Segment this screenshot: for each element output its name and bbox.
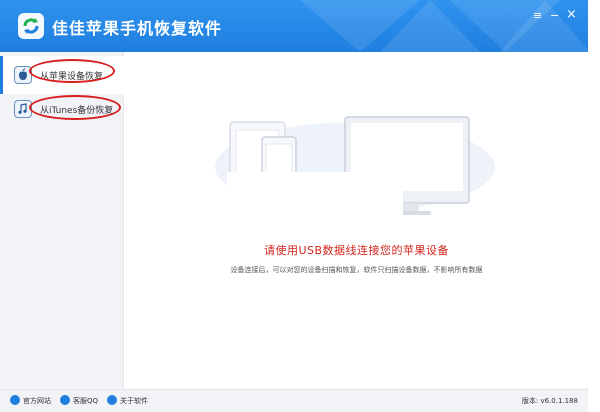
info-icon [107,395,117,405]
app-window: 佳佳苹果手机恢复软件 ≡ − × 从苹果设备恢复 从iTunes备份恢复 请使用… [0,0,588,412]
home-icon [10,395,20,405]
qq-icon [60,395,70,405]
version-label: 版本: v6.0.1.188 [521,397,578,405]
about-software-link[interactable]: 关于软件 [120,396,148,406]
main-panel: 请使用USB数据线连接您的苹果设备 设备连接后，可以对您的设备扫描和恢复，软件只… [125,52,588,388]
footer-bar: 官方网站 客服QQ 关于软件 版本: v6.0.1.188 [0,389,588,412]
support-qq-link[interactable]: 客服QQ [73,396,98,406]
official-website-link[interactable]: 官方网站 [23,396,51,406]
device-illustration [215,116,495,227]
app-logo-icon [18,13,44,39]
sidebar-item-itunes-recovery[interactable]: 从iTunes备份恢复 [0,90,124,128]
menu-button[interactable]: ≡ [533,10,542,22]
app-title: 佳佳苹果手机恢复软件 [52,19,223,38]
sidebar-item-label: 从苹果设备恢复 [40,72,104,82]
close-button[interactable]: × [566,8,577,21]
title-bar[interactable]: 佳佳苹果手机恢复软件 ≡ − × [0,0,588,52]
apple-icon [14,66,32,84]
sidebar-item-label: 从iTunes备份恢复 [40,106,114,116]
minimize-button[interactable]: − [550,10,559,22]
sidebar: 从苹果设备恢复 从iTunes备份恢复 [0,52,124,388]
sidebar-item-device-recovery[interactable]: 从苹果设备恢复 [0,56,124,94]
connect-device-subtext: 设备连接后，可以对您的设备扫描和恢复，软件只扫描设备数据，不影响所有数据 [230,266,483,274]
music-note-icon [14,100,32,118]
connect-device-headline: 请使用USB数据线连接您的苹果设备 [263,244,450,257]
